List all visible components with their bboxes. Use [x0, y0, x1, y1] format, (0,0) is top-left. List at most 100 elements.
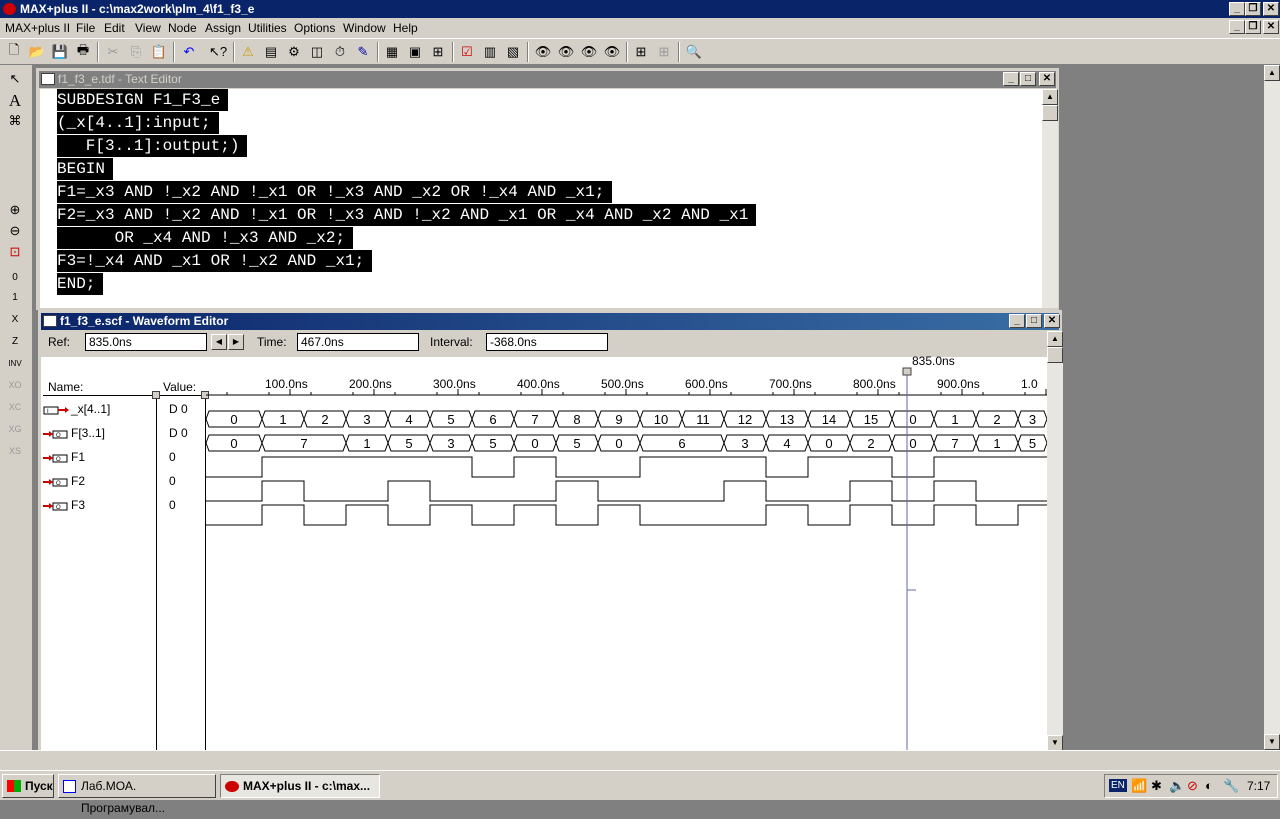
paste-icon[interactable]: 📋 — [149, 42, 169, 62]
find-eye-icon[interactable]: 👁 — [579, 42, 599, 62]
start-button[interactable]: Пуск — [2, 774, 54, 798]
mdi-close-button[interactable]: ✕ — [1263, 20, 1279, 34]
compiler-icon[interactable]: ☑ — [457, 42, 477, 62]
waveform-plot[interactable]: 100.0ns 200.0ns 300.0ns 400.0ns 500.0ns 600.0… — [206, 357, 1047, 751]
waveform-editor-title-bar[interactable]: f1_f3_e.scf - Waveform Editor — [41, 313, 1059, 330]
antivirus-tray-icon[interactable]: ⊘ — [1187, 778, 1198, 794]
menu-node[interactable]: Node — [168, 21, 197, 35]
zoom-out-icon[interactable]: ⊖ — [4, 221, 26, 241]
scroll-up-button[interactable]: ▲ — [1264, 65, 1280, 81]
name-value-divider[interactable] — [156, 391, 157, 751]
ref-field[interactable]: 835.0ns — [85, 333, 207, 351]
force-unknown-icon[interactable]: X — [4, 309, 26, 329]
ref-next-button[interactable]: ▶ — [228, 334, 244, 350]
find-node-ab-icon[interactable]: 👁 — [556, 42, 576, 62]
text-tool-icon[interactable]: A — [4, 91, 26, 111]
force-low-icon[interactable]: 0 — [4, 267, 26, 287]
hierarchy-icon[interactable]: ⊞ — [428, 42, 448, 62]
mdi-restore-button[interactable]: ❐ — [1245, 20, 1261, 34]
print-icon[interactable]: 🖶 — [73, 42, 93, 62]
menu-maxplus[interactable]: MAX+plus II — [5, 21, 70, 35]
waveform-draw-icon[interactable]: ⌘ — [4, 111, 26, 131]
name-column-handle[interactable] — [152, 391, 160, 399]
find-eye2-icon[interactable]: 👁 — [602, 42, 622, 62]
taskbar-task-active[interactable]: MAX+plus II - c:\max... — [220, 774, 380, 798]
code-area[interactable]: SUBDESIGN F1_F3_e (_x[4..1]:input; F[3..… — [40, 89, 1044, 308]
ref-prev-button[interactable]: ◀ — [211, 334, 227, 350]
sort-icon[interactable]: XS — [4, 441, 26, 461]
scroll-up-button[interactable]: ▲ — [1042, 89, 1058, 105]
overwrite-group-icon[interactable]: XG — [4, 419, 26, 439]
fit-in-window-icon[interactable]: ⊡ — [4, 242, 26, 262]
language-indicator[interactable]: EN — [1109, 779, 1127, 792]
overwrite-count-icon[interactable]: XC — [4, 397, 26, 417]
menu-file[interactable]: File — [76, 21, 95, 35]
create-symbol-icon[interactable]: ▣ — [405, 42, 425, 62]
floorplan-icon[interactable]: ▤ — [261, 42, 281, 62]
text-editor-title-bar[interactable]: f1_f3_e.tdf - Text Editor — [39, 71, 1056, 88]
simulator-icon[interactable]: ▥ — [480, 42, 500, 62]
waveform-close-button[interactable]: ✕ — [1044, 314, 1060, 328]
timing-analyzer-icon[interactable]: ▧ — [503, 42, 523, 62]
waveform-area[interactable]: Name: Value: 835.0ns I _x[4..1] D 0 O F[… — [41, 354, 1047, 751]
taskbar-task[interactable]: Лаб.МОА. Програмувал... — [58, 774, 216, 815]
find-node-icon[interactable]: 👁 — [533, 42, 553, 62]
menu-window[interactable]: Window — [343, 21, 386, 35]
disk-tray-icon[interactable]: ◐ — [1205, 778, 1213, 793]
mdi-scrollbar[interactable]: ▲ ▼ — [1264, 65, 1280, 750]
force-high-icon[interactable]: 1 — [4, 287, 26, 307]
text-editor-minimize-button[interactable]: _ — [1003, 72, 1019, 86]
menu-options[interactable]: Options — [294, 21, 335, 35]
mdi-minimize-button[interactable]: _ — [1229, 20, 1245, 34]
force-z-icon[interactable]: Z — [4, 331, 26, 351]
time-field[interactable]: 467.0ns — [297, 333, 419, 351]
zoom-in-icon[interactable]: ⊕ — [4, 200, 26, 220]
open-folder-icon[interactable]: 📂 — [27, 42, 47, 62]
menu-assign[interactable]: Assign — [205, 21, 241, 35]
overwrite-clock-icon[interactable]: XO — [4, 375, 26, 395]
signal-tray-icon[interactable]: 📶 — [1131, 778, 1147, 794]
node-name[interactable]: F[3..1] — [71, 426, 105, 440]
timing-icon[interactable]: ⏱ — [330, 42, 350, 62]
scroll-thumb[interactable] — [1042, 105, 1058, 121]
grid-off-icon[interactable]: ⊞ — [654, 42, 674, 62]
text-editor-scrollbar[interactable]: ▲ — [1042, 89, 1058, 308]
compile-icon[interactable]: ⚙ — [284, 42, 304, 62]
hierarchy-warning-icon[interactable]: ⚠ — [238, 42, 258, 62]
undo-icon[interactable]: ↶ — [179, 42, 199, 62]
menu-view[interactable]: View — [135, 21, 161, 35]
text-editor-close-button[interactable]: ✕ — [1039, 72, 1055, 86]
node-name[interactable]: F1 — [71, 450, 85, 464]
menu-help[interactable]: Help — [393, 21, 418, 35]
simulate-icon[interactable]: ◫ — [307, 42, 327, 62]
ref-cursor-handle[interactable] — [902, 367, 912, 376]
waveform-scrollbar[interactable]: ▲ ▼ — [1047, 331, 1063, 751]
node-name[interactable]: F2 — [71, 474, 85, 488]
invert-icon[interactable]: INV — [4, 353, 26, 373]
copy-icon[interactable]: ⎘ — [126, 42, 146, 62]
symbol-icon[interactable]: ▦ — [382, 42, 402, 62]
cut-icon[interactable]: ✂ — [103, 42, 123, 62]
new-file-icon[interactable]: 🗋 — [4, 42, 24, 62]
tool-tray-icon[interactable]: 🔧 — [1223, 778, 1239, 794]
waveform-maximize-button[interactable]: □ — [1026, 314, 1042, 328]
save-icon[interactable]: 💾 — [50, 42, 70, 62]
menu-edit[interactable]: Edit — [104, 21, 125, 35]
scroll-down-button[interactable]: ▼ — [1264, 734, 1280, 750]
node-name[interactable]: _x[4..1] — [71, 402, 110, 416]
context-help-icon[interactable]: ↖? — [208, 42, 228, 62]
selection-tool-icon[interactable]: ↖ — [4, 69, 26, 89]
minimize-button[interactable]: _ — [1229, 2, 1245, 16]
zoom-fit-icon[interactable]: 🔍 — [684, 42, 704, 62]
speaker-tray-icon[interactable]: 🔈 — [1169, 778, 1185, 794]
program-icon[interactable]: ✎ — [353, 42, 373, 62]
network-tray-icon[interactable]: ✱ — [1151, 778, 1162, 794]
scroll-up-button[interactable]: ▲ — [1047, 331, 1063, 347]
scroll-thumb[interactable] — [1047, 347, 1063, 363]
grid-icon[interactable]: ⊞ — [631, 42, 651, 62]
close-button[interactable]: ✕ — [1263, 2, 1279, 16]
restore-button[interactable]: ❐ — [1245, 2, 1261, 16]
menu-utilities[interactable]: Utilities — [248, 21, 287, 35]
interval-field[interactable]: -368.0ns — [486, 333, 608, 351]
scroll-down-button[interactable]: ▼ — [1047, 735, 1063, 751]
